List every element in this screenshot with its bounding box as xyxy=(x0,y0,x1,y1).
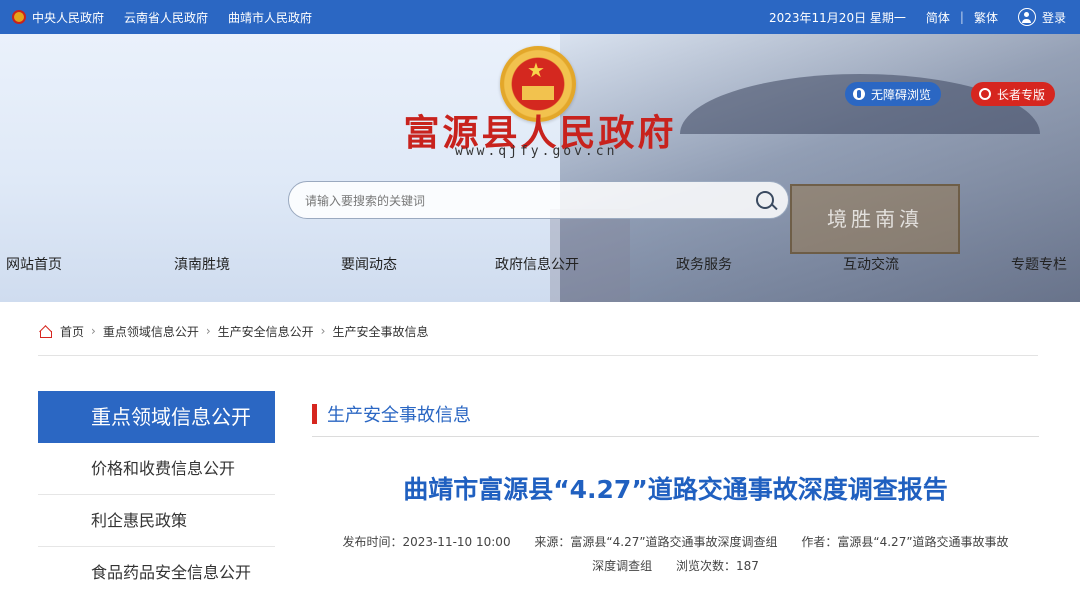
nav-item-dian-nan[interactable]: 滇南胜境 xyxy=(174,254,230,274)
nav-item-interaction[interactable]: 互动交流 xyxy=(843,254,899,274)
breadcrumb-key-areas[interactable]: 重点领域信息公开 xyxy=(103,323,199,340)
breadcrumb-divider xyxy=(38,355,1038,356)
section-divider xyxy=(312,436,1039,437)
search-input[interactable] xyxy=(305,190,725,212)
view-count: 浏览次数：187 xyxy=(675,559,759,573)
breadcrumb-home[interactable]: 首页 xyxy=(60,323,84,340)
link-central-government[interactable]: 中央人民政府 xyxy=(32,9,104,26)
top-links: 中央人民政府 云南省人民政府 曲靖市人民政府 xyxy=(12,0,332,34)
nav-item-topics[interactable]: 专题专栏 xyxy=(1011,254,1067,274)
home-icon xyxy=(38,325,52,338)
sidebar-item-food-drug[interactable]: 食品药品安全信息公开 xyxy=(38,547,275,590)
user-icon[interactable] xyxy=(1017,8,1036,26)
accessible-browse-button[interactable]: 无障碍浏览 xyxy=(845,82,942,106)
sidebar-header: 重点领域信息公开 xyxy=(38,391,275,443)
link-qujing-government[interactable]: 曲靖市人民政府 xyxy=(228,9,312,26)
elder-icon xyxy=(979,88,991,100)
main-nav: 网站首页 滇南胜境 要闻动态 政府信息公开 政务服务 互动交流 专题专栏 xyxy=(0,250,1080,280)
sidebar-item-enterprise-policy[interactable]: 利企惠民政策 xyxy=(38,495,275,547)
current-date: 2023年11月20日 星期一 xyxy=(769,10,906,25)
article-source: 来源：富源县“4.27”道路交通事故深度调查组 xyxy=(534,535,778,549)
section-heading: 生产安全事故信息 xyxy=(312,402,471,426)
search-box xyxy=(288,181,789,219)
top-right: 2023年11月20日 星期一 简体 | 繁体 登录 xyxy=(761,0,1066,34)
article-title: 曲靖市富源县“4.27”道路交通事故深度调查报告 xyxy=(403,475,948,504)
elder-version-label: 长者专版 xyxy=(997,87,1046,102)
chevron-right-icon: › xyxy=(205,324,211,338)
login-link[interactable]: 登录 xyxy=(1042,9,1066,26)
nav-item-home[interactable]: 网站首页 xyxy=(6,254,62,274)
breadcrumb: 首页 › 重点领域信息公开 › 生产安全信息公开 › 生产安全事故信息 xyxy=(38,322,429,340)
accessibility-icon xyxy=(853,88,865,100)
lang-divider: | xyxy=(959,10,964,24)
chevron-right-icon: › xyxy=(91,324,96,338)
tiananmen-icon xyxy=(522,86,554,100)
accessible-browse-label: 无障碍浏览 xyxy=(871,87,932,102)
elder-version-button[interactable]: 长者专版 xyxy=(971,82,1056,106)
nav-item-news[interactable]: 要闻动态 xyxy=(341,254,397,274)
star-icon: ★ xyxy=(527,58,545,82)
article-author-cont: 深度调查组 xyxy=(592,559,653,573)
breadcrumb-accident-info[interactable]: 生产安全事故信息 xyxy=(332,323,428,340)
search-icon[interactable] xyxy=(756,191,774,209)
national-emblem-icon xyxy=(12,10,26,24)
link-yunnan-government[interactable]: 云南省人民政府 xyxy=(124,9,208,26)
nav-item-gov-info[interactable]: 政府信息公开 xyxy=(495,254,579,274)
top-bar: 中央人民政府 云南省人民政府 曲靖市人民政府 2023年11月20日 星期一 简… xyxy=(0,0,1080,34)
nav-item-gov-services[interactable]: 政务服务 xyxy=(676,254,732,274)
publish-time: 发布时间：2023-11-10 10:00 xyxy=(342,535,511,549)
article-meta: 发布时间：2023-11-10 10:00 来源：富源县“4.27”道路交通事故… xyxy=(312,530,1039,578)
article-author: 作者：富源县“4.27”道路交通事故事故 xyxy=(801,535,1009,549)
sidebar: 重点领域信息公开 价格和收费信息公开 利企惠民政策 食品药品安全信息公开 xyxy=(38,391,275,590)
site-url: www.qjfy.gov.cn xyxy=(455,144,618,159)
archway-plaque: 境胜南滇 xyxy=(790,184,960,254)
chevron-right-icon: › xyxy=(320,324,326,338)
section-accent-bar xyxy=(312,404,317,424)
traditional-chinese-link[interactable]: 繁体 xyxy=(974,9,998,26)
breadcrumb-safety-info[interactable]: 生产安全信息公开 xyxy=(218,323,314,340)
simplified-chinese-link[interactable]: 简体 xyxy=(926,9,950,26)
sidebar-item-price-fees[interactable]: 价格和收费信息公开 xyxy=(38,443,275,495)
section-heading-text: 生产安全事故信息 xyxy=(327,405,471,426)
